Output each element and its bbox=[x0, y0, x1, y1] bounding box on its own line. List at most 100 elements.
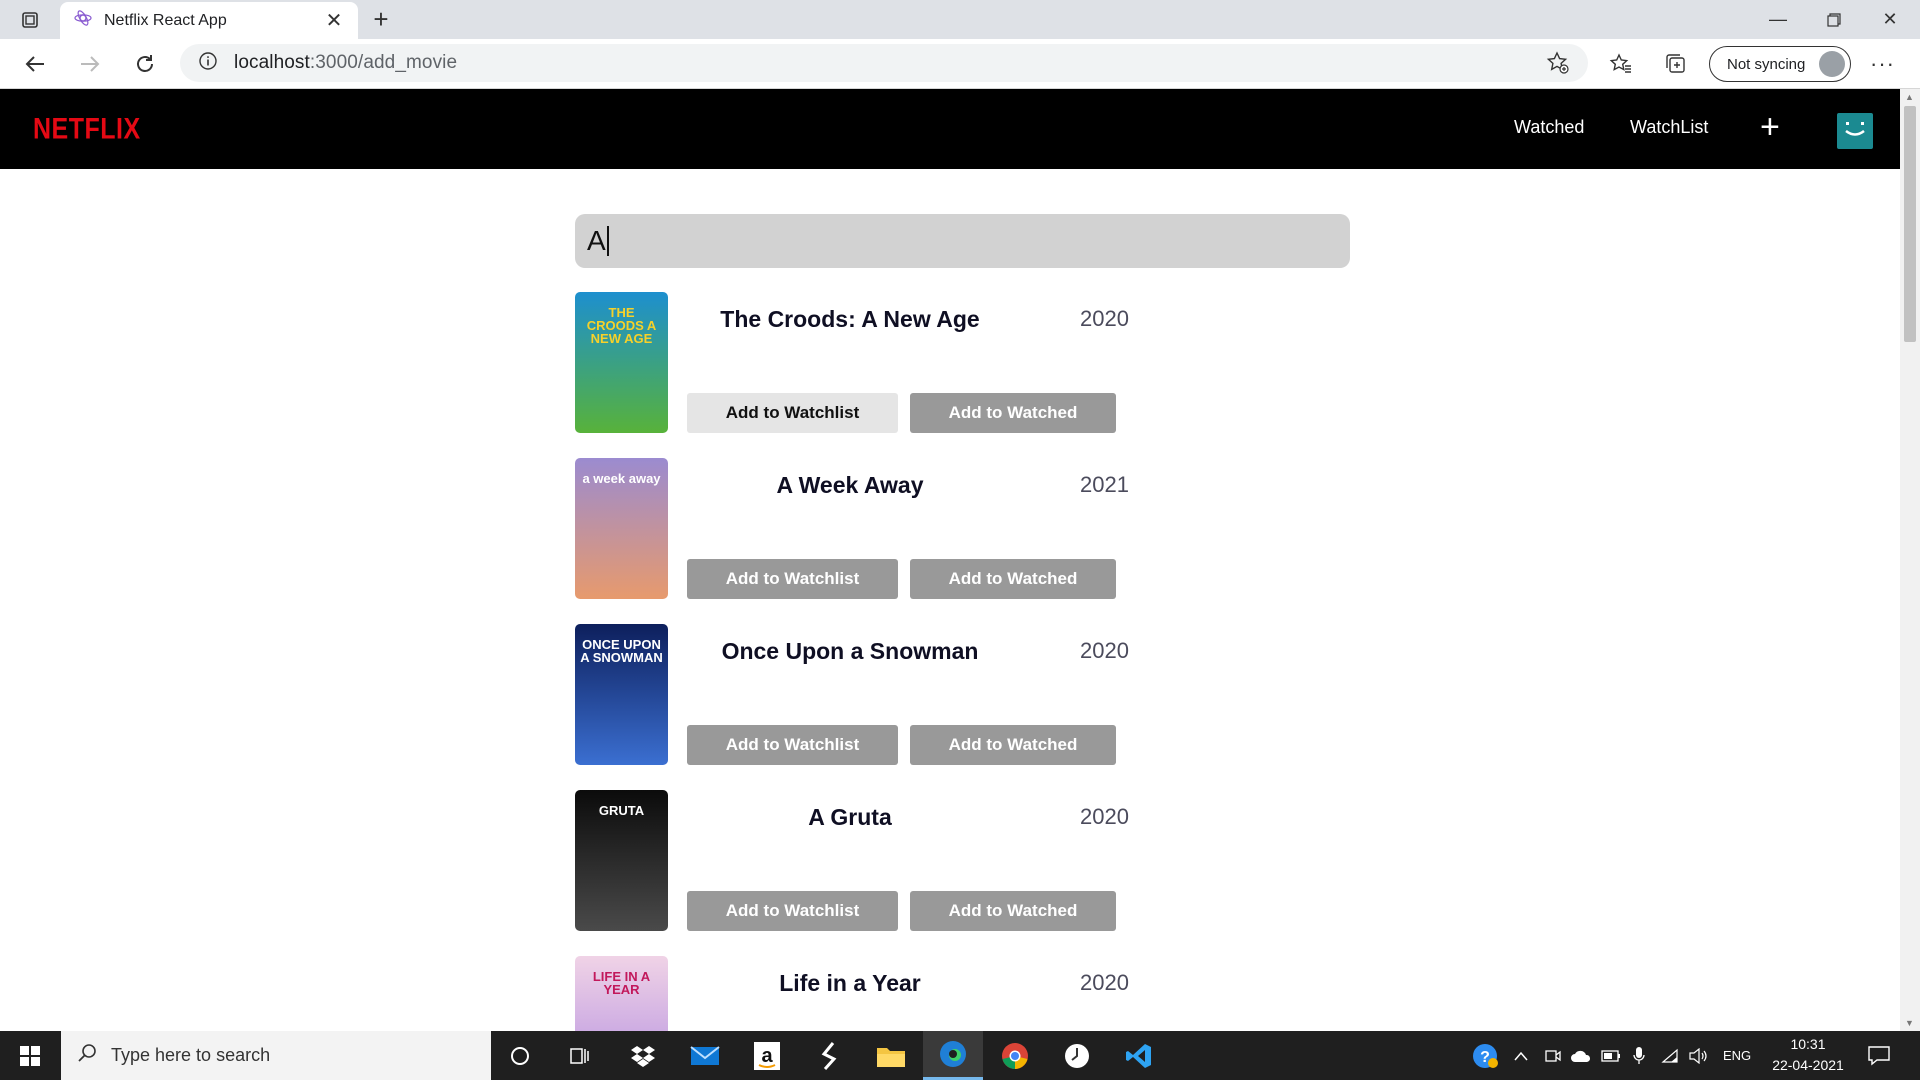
add-to-watchlist-button[interactable]: Add to Watchlist bbox=[687, 559, 898, 599]
clock-app-icon[interactable] bbox=[1047, 1031, 1107, 1080]
chrome-icon[interactable] bbox=[985, 1031, 1045, 1080]
sublime-text-icon[interactable] bbox=[799, 1031, 859, 1080]
add-to-watchlist-button[interactable]: Add to Watchlist bbox=[687, 891, 898, 931]
tab-actions-icon[interactable] bbox=[14, 6, 46, 34]
collections-icon[interactable] bbox=[1659, 48, 1693, 80]
taskbar-search-box[interactable]: Type here to search bbox=[61, 1031, 491, 1080]
taskbar-search-placeholder: Type here to search bbox=[111, 1045, 271, 1065]
add-to-watchlist-button[interactable]: Add to Watchlist bbox=[687, 725, 898, 765]
profile-avatar-icon bbox=[1819, 51, 1845, 77]
system-clock[interactable]: 10:31 22-04-2021 bbox=[1758, 1034, 1858, 1076]
scroll-down-icon[interactable]: ▼ bbox=[1905, 1018, 1914, 1028]
notifications-icon[interactable] bbox=[1868, 1031, 1890, 1080]
meet-now-icon[interactable] bbox=[1544, 1031, 1562, 1080]
onedrive-cloud-icon[interactable] bbox=[1570, 1031, 1592, 1080]
movie-title: The Croods: A New Age bbox=[720, 306, 980, 332]
add-to-watched-button[interactable]: Add to Watched bbox=[910, 891, 1116, 931]
windows-taskbar: Type here to search a ? ENG 10:31 22-04-… bbox=[0, 1031, 1920, 1080]
add-to-watched-button[interactable]: Add to Watched bbox=[910, 725, 1116, 765]
poster-title-art: LIFE IN A YEAR bbox=[592, 969, 651, 997]
browser-tab[interactable]: Netflix React App ✕ bbox=[60, 2, 358, 39]
movie-search-input[interactable]: A bbox=[575, 214, 1350, 268]
add-movie-plus-icon[interactable]: + bbox=[1760, 107, 1780, 147]
browser-tab-strip: Netflix React App ✕ + — ✕ bbox=[0, 0, 1920, 39]
movie-result-row: a week away A Week Away 2021 Add to Watchli… bbox=[575, 458, 1135, 624]
poster-title-art: GRUTA bbox=[598, 803, 645, 818]
profile-sync-button[interactable]: Not syncing bbox=[1709, 46, 1851, 82]
task-view-icon[interactable] bbox=[550, 1031, 610, 1080]
address-bar[interactable]: localhost:3000/add_movie bbox=[180, 44, 1588, 82]
restore-icon[interactable] bbox=[1806, 0, 1862, 39]
search-icon bbox=[77, 1043, 97, 1068]
wifi-icon[interactable] bbox=[1661, 1031, 1681, 1080]
movie-result-row: THE CROODS A NEW AGE The Croods: A New Ag… bbox=[575, 292, 1135, 458]
battery-icon[interactable] bbox=[1601, 1031, 1621, 1080]
search-results-list: THE CROODS A NEW AGE The Croods: A New Ag… bbox=[575, 292, 1135, 1031]
movie-poster: a week away bbox=[575, 458, 668, 599]
movie-year: 2020 bbox=[1080, 306, 1129, 331]
movie-result-row: ONCE UPON A SNOWMAN Once Upon a Snowman 20… bbox=[575, 624, 1135, 790]
close-window-icon[interactable]: ✕ bbox=[1862, 0, 1918, 39]
svg-text:a: a bbox=[761, 1045, 773, 1067]
movie-result-row: GRUTA A Gruta 2020 Add to Watchlist Add to W… bbox=[575, 790, 1135, 956]
windows-start-icon[interactable] bbox=[0, 1031, 60, 1080]
clock-time: 10:31 bbox=[1790, 1036, 1826, 1052]
movie-year: 2020 bbox=[1080, 804, 1129, 829]
poster-title-art: a week away bbox=[582, 471, 661, 486]
url-text: localhost:3000/add_movie bbox=[234, 52, 457, 74]
volume-icon[interactable] bbox=[1688, 1031, 1708, 1080]
add-to-watched-button[interactable]: Add to Watched bbox=[910, 559, 1116, 599]
tab-close-icon[interactable]: ✕ bbox=[322, 8, 346, 33]
movie-result-row: LIFE IN A YEARLife in a Year2020Add to W… bbox=[575, 956, 1135, 1031]
scroll-up-icon[interactable]: ▲ bbox=[1905, 92, 1914, 102]
add-to-watched-button[interactable]: Add to Watched bbox=[910, 393, 1116, 433]
file-explorer-icon[interactable] bbox=[861, 1031, 921, 1080]
microphone-icon[interactable] bbox=[1632, 1031, 1646, 1080]
movie-year: 2020 bbox=[1080, 638, 1129, 663]
new-tab-button[interactable]: + bbox=[366, 5, 396, 35]
tab-title: Netflix React App bbox=[104, 11, 227, 29]
vscode-icon[interactable] bbox=[1109, 1031, 1169, 1080]
movie-title: Life in a Year bbox=[779, 970, 921, 996]
sync-label: Not syncing bbox=[1727, 55, 1806, 73]
mail-icon[interactable] bbox=[675, 1031, 735, 1080]
language-indicator[interactable]: ENG bbox=[1723, 1031, 1751, 1080]
app-navbar: NETFLIX Watched WatchList + bbox=[0, 89, 1900, 169]
add-to-watchlist-button[interactable]: Add to Watchlist bbox=[687, 393, 898, 433]
poster-title-art: THE CROODS A NEW AGE bbox=[586, 305, 657, 346]
settings-more-icon[interactable]: ··· bbox=[1870, 51, 1895, 77]
nav-link-watchlist[interactable]: WatchList bbox=[1630, 117, 1708, 138]
scrollbar-thumb[interactable] bbox=[1904, 106, 1916, 342]
back-icon[interactable] bbox=[18, 48, 52, 80]
screen: Netflix React App ✕ + — ✕ localhost:3000… bbox=[0, 0, 1920, 1080]
page-scrollbar[interactable]: ▲ ▼ bbox=[1900, 89, 1920, 1031]
edge-browser-icon[interactable] bbox=[923, 1031, 983, 1080]
user-avatar-icon[interactable] bbox=[1837, 113, 1873, 149]
site-info-icon[interactable] bbox=[198, 51, 218, 76]
movie-year: 2021 bbox=[1080, 472, 1129, 497]
favorites-icon[interactable] bbox=[1604, 48, 1638, 80]
movie-title: A Week Away bbox=[776, 472, 924, 498]
movie-title: Once Upon a Snowman bbox=[721, 638, 979, 664]
movie-poster: GRUTA bbox=[575, 790, 668, 931]
url-host: localhost bbox=[234, 52, 310, 73]
browser-toolbar: localhost:3000/add_movie Not syncing ··· bbox=[0, 39, 1920, 89]
help-icon[interactable]: ? bbox=[1472, 1031, 1498, 1080]
url-path: :3000/add_movie bbox=[309, 52, 458, 73]
text-cursor bbox=[606, 226, 609, 256]
poster-title-art: ONCE UPON A SNOWMAN bbox=[580, 637, 663, 665]
forward-icon[interactable] bbox=[73, 48, 107, 80]
search-input-value: A bbox=[587, 225, 606, 256]
refresh-icon[interactable] bbox=[128, 48, 162, 80]
movie-year: 2020 bbox=[1080, 970, 1129, 995]
netflix-logo[interactable]: NETFLIX bbox=[33, 112, 141, 147]
dropbox-icon[interactable] bbox=[613, 1031, 673, 1080]
nav-link-watched[interactable]: Watched bbox=[1514, 117, 1584, 138]
minimize-icon[interactable]: — bbox=[1750, 0, 1806, 39]
cortana-icon[interactable] bbox=[490, 1031, 550, 1080]
show-hidden-icons-chevron-up-icon[interactable] bbox=[1513, 1031, 1529, 1080]
add-favorite-icon[interactable] bbox=[1546, 51, 1570, 80]
movie-title: A Gruta bbox=[808, 804, 892, 830]
clock-date: 22-04-2021 bbox=[1772, 1057, 1844, 1073]
amazon-icon[interactable]: a bbox=[737, 1031, 797, 1080]
